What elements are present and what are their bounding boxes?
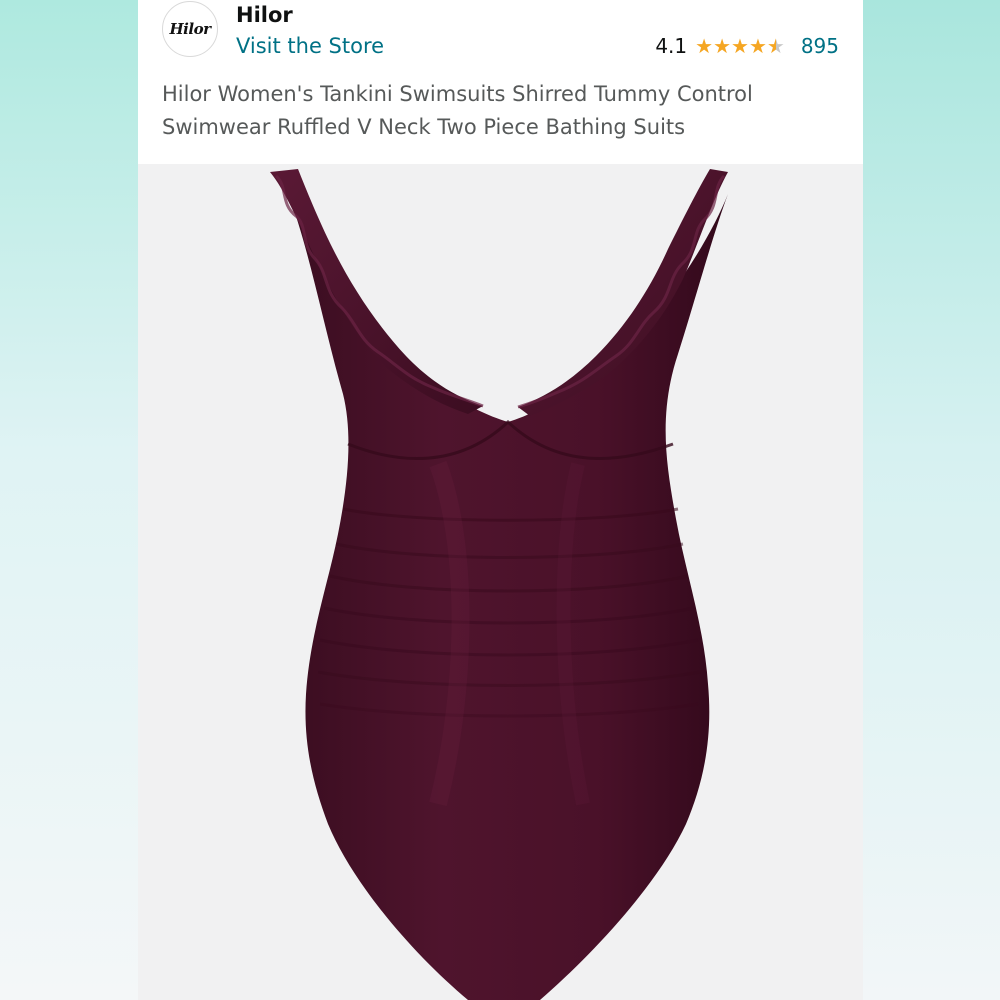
rating-value: 4.1 [655,34,688,58]
review-count-link[interactable]: 895 [801,34,839,58]
product-header: Hilor Hilor Visit the Store 4.1 ★ ★ ★ ★ … [138,0,863,164]
rating[interactable]: 4.1 ★ ★ ★ ★ ★ 895 [655,34,839,58]
brand-name[interactable]: Hilor [236,3,293,27]
left-background [0,0,138,1000]
star-icon: ★ [748,34,767,58]
star-rating: ★ ★ ★ ★ ★ [695,36,785,56]
star-icon: ★ [695,34,714,58]
product-title: Hilor Women's Tankini Swimsuits Shirred … [162,82,753,139]
swimsuit-image [270,169,728,1000]
product-image[interactable] [138,164,863,1000]
star-icon: ★ [731,34,749,58]
star-icon: ★ [713,34,731,58]
product-card: Hilor Hilor Visit the Store 4.1 ★ ★ ★ ★ … [138,0,863,1000]
visit-store-link[interactable]: Visit the Store [236,34,384,58]
brand-logo[interactable]: Hilor [162,1,218,57]
right-background [863,0,1000,1000]
brand-logo-text: Hilor [169,20,211,38]
star-half-icon: ★ [766,34,785,58]
